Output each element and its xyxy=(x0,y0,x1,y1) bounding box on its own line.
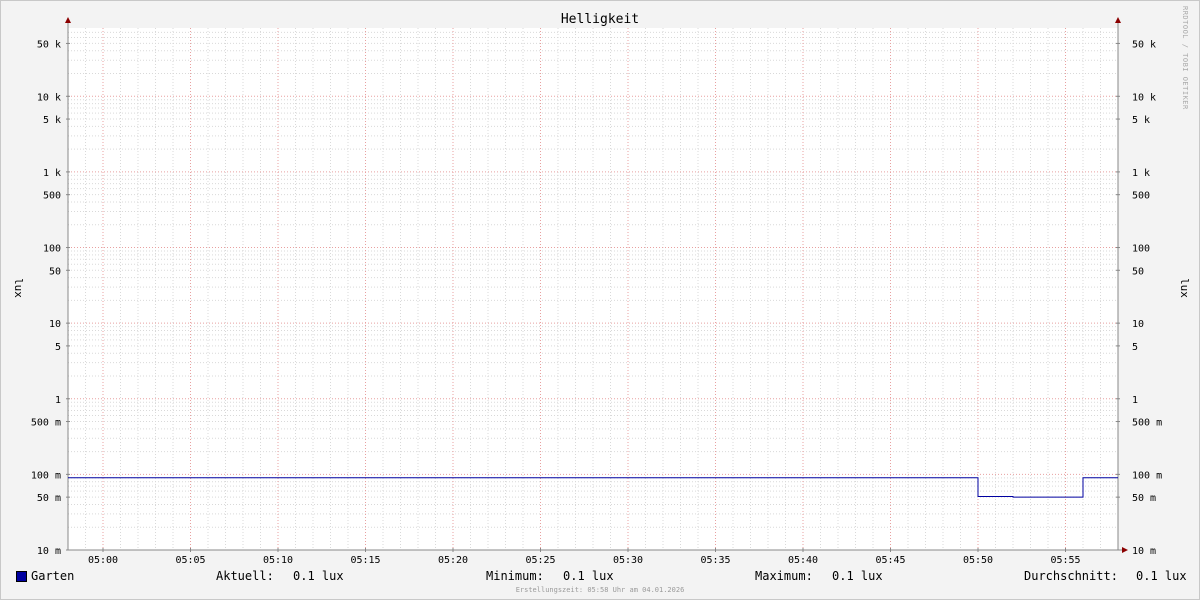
y-tick-label-right: 500 m xyxy=(1132,418,1162,429)
legend-series-name: Garten xyxy=(31,569,75,583)
y-tick-label-left: 500 xyxy=(43,191,61,202)
legend-min-value: 0.1 lux xyxy=(563,569,614,583)
x-tick-label: 05:00 xyxy=(88,555,118,566)
y-tick-label-left: 100 m xyxy=(31,470,61,481)
y-axis-label-left: lux xyxy=(12,278,25,298)
y-tick-label-right: 10 m xyxy=(1132,546,1156,557)
y-axis-label-right: lux xyxy=(1178,278,1191,298)
y-tick-label-right: 100 xyxy=(1132,244,1150,255)
x-axis-arrow xyxy=(1122,547,1128,553)
y-tick-label-right: 5 xyxy=(1132,342,1138,353)
legend-max-value: 0.1 lux xyxy=(832,569,883,583)
legend-series-swatch xyxy=(16,571,27,582)
legend-current-label: Aktuell: xyxy=(216,569,274,583)
y-tick-label-left: 1 xyxy=(55,395,61,406)
watermark-text: RRDTOOL / TOBI OETIKER xyxy=(1181,6,1189,110)
y-tick-label-left: 100 xyxy=(43,244,61,255)
legend-avg-label: Durchschnitt: xyxy=(1024,569,1118,583)
x-tick-label: 05:40 xyxy=(788,555,818,566)
chart-title: Helligkeit xyxy=(560,12,640,27)
x-tick-label: 05:25 xyxy=(525,555,555,566)
x-tick-label: 05:15 xyxy=(350,555,380,566)
y-tick-label-left: 50 k xyxy=(37,39,61,50)
y-tick-label-right: 10 xyxy=(1132,319,1144,330)
graph-frame: 50 k 50 k 10 k 10 k5 k5 k1 k1 k 500 500 100 100… xyxy=(0,0,1200,600)
y-tick-label-right: 50 m xyxy=(1132,493,1156,504)
x-tick-label: 05:50 xyxy=(963,555,993,566)
chart-area: 50 k 50 k10 k 10 k5 k5 k1 k1 k500 500100 100… xyxy=(12,17,1191,566)
x-tick-label: 05:45 xyxy=(875,555,905,566)
y-tick-label-right: 10 k xyxy=(1132,92,1156,103)
x-tick-label: 05:10 xyxy=(263,555,293,566)
y-tick-label-left: 5 xyxy=(55,342,61,353)
y-tick-label-left: 1 k xyxy=(43,168,61,179)
legend-current-value: 0.1 lux xyxy=(293,569,344,583)
y-tick-label-right: 5 k xyxy=(1132,115,1150,126)
y-tick-label-right: 100 m xyxy=(1132,470,1162,481)
y-tick-label-left: 5 k xyxy=(43,115,61,126)
x-tick-label: 05:20 xyxy=(438,555,468,566)
y-tick-label-right: 500 xyxy=(1132,191,1150,202)
y-tick-label-left: 10 m xyxy=(37,546,61,557)
y-tick-label-right: 50 k xyxy=(1132,39,1156,50)
y-tick-label-right: 50 xyxy=(1132,266,1144,277)
legend-avg-value: 0.1 lux xyxy=(1136,569,1187,583)
y-tick-label-left: 10 k xyxy=(37,92,61,103)
legend-max-label: Maximum: xyxy=(755,569,813,583)
legend-min-label: Minimum: xyxy=(486,569,544,583)
y-tick-label-left: 10 xyxy=(49,319,61,330)
y-tick-label-right: 1 xyxy=(1132,395,1138,406)
x-tick-label: 05:35 xyxy=(700,555,730,566)
x-tick-label: 05:30 xyxy=(613,555,643,566)
y-tick-label-left: 500 m xyxy=(31,418,61,429)
creation-timestamp: Erstellungszeit: 05:58 Uhr am 04.01.2026 xyxy=(515,586,685,594)
x-tick-label: 05:05 xyxy=(175,555,205,566)
y-tick-label-left: 50 m xyxy=(37,493,61,504)
y-tick-label-left: 50 xyxy=(49,266,61,277)
y-tick-label-right: 1 k xyxy=(1132,168,1150,179)
x-tick-label: 05:55 xyxy=(1050,555,1080,566)
